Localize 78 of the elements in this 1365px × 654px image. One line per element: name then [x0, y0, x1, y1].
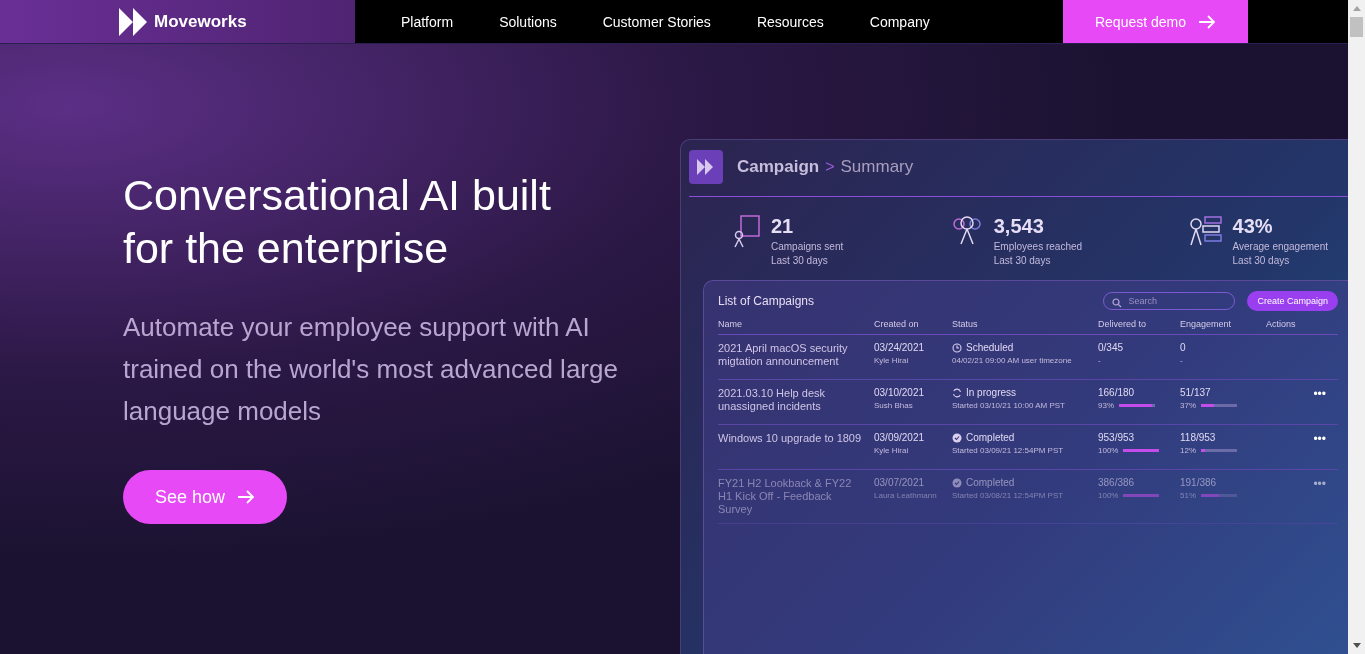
hero-subtitle: Automate your employee support with AI trained on the world's most advanced large language models	[123, 311, 619, 428]
status-detail: Started 03/08/21 12:54PM PST	[952, 491, 1065, 500]
status-detail: 04/02/21 09:00 AM user timezone	[952, 356, 1073, 365]
hero-title: Conversational AI built for the enterprise	[123, 170, 552, 274]
stat-value: 21	[771, 215, 795, 238]
campaign-name[interactable]: Windows 10 upgrade to 1809	[718, 432, 868, 445]
more-actions-button[interactable]: •••	[1313, 477, 1338, 491]
created-date: 03/24/2021	[874, 342, 926, 353]
status-label: Scheduled	[966, 342, 1014, 353]
delivered-count: 953/953	[1098, 432, 1136, 443]
engagement-count: 0	[1180, 342, 1187, 353]
status-detail: Started 03/09/21 12:54PM PST	[952, 446, 1065, 455]
create-campaign-button[interactable]: Create Campaign	[1247, 291, 1338, 311]
list-title: List of Campaigns	[718, 294, 815, 308]
breadcrumb-separator: >	[825, 158, 835, 176]
brand-link[interactable]: Moveworks	[118, 6, 247, 37]
arrow-icon	[237, 490, 256, 504]
nav-link[interactable]: Platform	[378, 13, 477, 30]
delivered-count: 166/180	[1098, 387, 1136, 398]
nav-link[interactable]: Customer Stories	[579, 13, 734, 30]
column-header: Created on	[874, 319, 920, 329]
arrow-icon	[1198, 14, 1217, 29]
column-header: Engagement	[1180, 319, 1233, 329]
refresh-icon	[952, 387, 962, 398]
campaign-name[interactable]: 2021.03.10 Help desk unassigned incidents	[718, 387, 868, 413]
delivered-count: 386/386	[1098, 477, 1136, 488]
more-actions-button[interactable]: •••	[1313, 387, 1338, 401]
stat-label: Campaigns sent	[771, 241, 844, 252]
search-field[interactable]: Search	[1103, 292, 1236, 310]
stat-value: 43%	[1232, 215, 1274, 238]
stat-period: Last 30 days	[1232, 255, 1291, 266]
nav-link[interactable]: Resources	[733, 13, 847, 30]
logo-icon	[689, 150, 723, 184]
clock-icon	[952, 342, 962, 353]
status-label: In progress	[966, 387, 1017, 398]
column-header: Status	[952, 319, 979, 329]
campaign-name[interactable]: 2021 April macOS security migtation announcement	[718, 342, 868, 368]
stat-label: Average engagement	[1232, 241, 1328, 252]
nav-link[interactable]: Company	[846, 13, 953, 30]
engagement-percent: -	[1180, 356, 1183, 365]
engagement-count: 51/137	[1180, 387, 1212, 398]
column-header: Actions	[1266, 319, 1297, 329]
check-circle-icon	[952, 477, 962, 488]
check-circle-icon	[952, 432, 962, 443]
status-label: Completed	[966, 477, 1015, 488]
board-icon	[733, 215, 761, 249]
delivered-percent: 100%	[1098, 446, 1119, 455]
scrollbar[interactable]	[1348, 0, 1365, 654]
owner-name: Sush Bhas	[874, 401, 914, 410]
search-icon	[1112, 298, 1123, 308]
delivered-percent: -	[1098, 356, 1101, 365]
engagement-count: 118/953	[1180, 432, 1217, 443]
engagement-percent: 51%	[1180, 491, 1196, 500]
owner-name: Laura Leathmann	[874, 491, 938, 500]
created-date: 03/07/2021	[874, 477, 926, 488]
delivered-percent: 93%	[1098, 401, 1114, 410]
more-actions-button[interactable]: •••	[1313, 432, 1338, 446]
stat-value: 3,543	[993, 215, 1045, 238]
column-header: Name	[718, 319, 743, 329]
engagement-count: 191/386	[1180, 477, 1218, 488]
created-date: 03/10/2021	[874, 387, 926, 398]
breadcrumb-link[interactable]: Campaign	[737, 157, 820, 177]
status-detail: Started 03/10/21 10:00 AM PST	[952, 401, 1066, 410]
stat-label: Employees reached	[993, 241, 1083, 252]
engagement-percent: 37%	[1180, 401, 1196, 410]
engagement-percent: 12%	[1180, 446, 1196, 455]
logo-icon	[118, 6, 148, 37]
page-title: Summary	[840, 157, 914, 177]
delivered-count: 0/345	[1098, 342, 1125, 353]
stat-period: Last 30 days	[771, 255, 829, 266]
stat-period: Last 30 days	[993, 255, 1052, 266]
created-date: 03/09/2021	[874, 432, 926, 443]
delivered-percent: 100%	[1098, 491, 1119, 500]
nav-link[interactable]: Solutions	[476, 13, 580, 30]
owner-name: Kyle Hirai	[874, 446, 910, 455]
status-label: Completed	[966, 432, 1015, 443]
column-header: Delivered to	[1098, 319, 1148, 329]
owner-name: Kyle Hirai	[874, 356, 910, 365]
